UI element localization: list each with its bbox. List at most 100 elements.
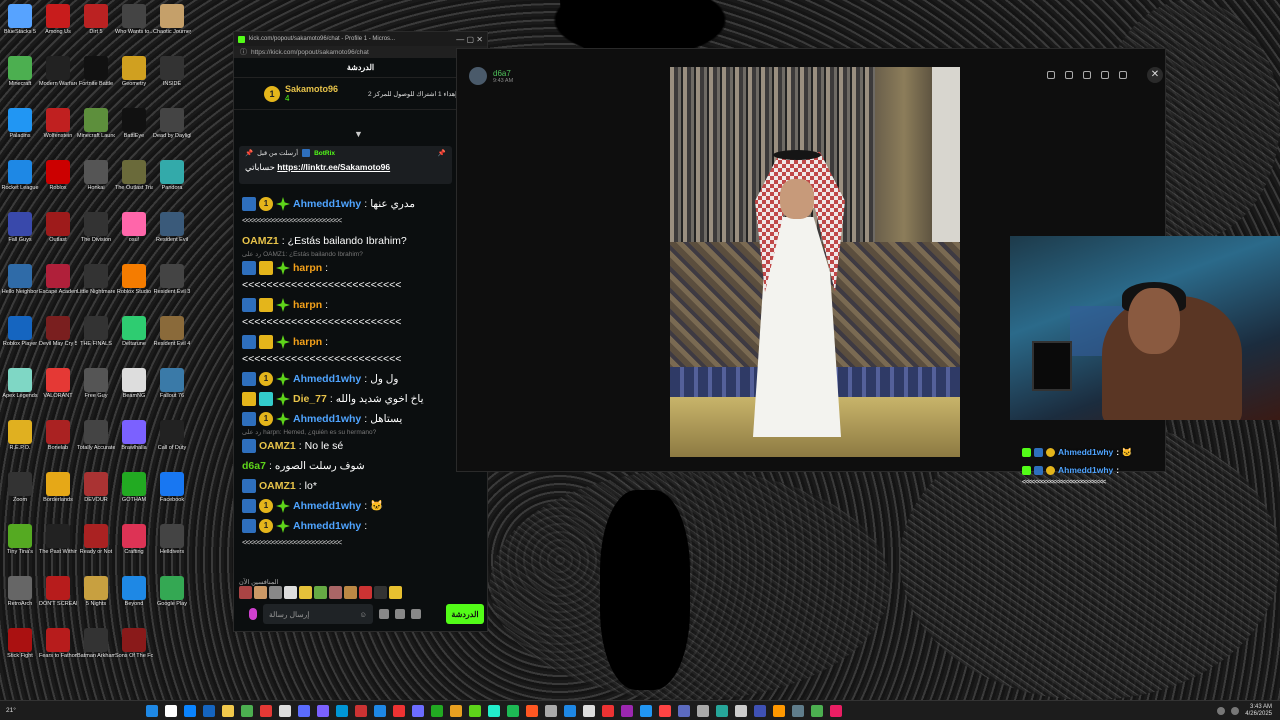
volume-icon[interactable] <box>1231 706 1240 715</box>
chat-window-titlebar[interactable]: kick.com/popout/sakamoto96/chat - Profil… <box>234 32 487 46</box>
mic-icon[interactable] <box>249 608 257 620</box>
close-icon[interactable]: ✕ <box>1147 67 1163 83</box>
send-button[interactable]: الدردشة <box>446 604 484 624</box>
desktop-icon[interactable]: Roblox <box>40 160 76 210</box>
emote-icon[interactable] <box>314 586 327 599</box>
emote-icon[interactable] <box>269 586 282 599</box>
desktop-icon[interactable]: Hello Neighbor <box>2 264 38 314</box>
desktop-icon[interactable]: Roblox Studio <box>116 264 152 314</box>
taskbar-app-icon[interactable] <box>317 704 329 717</box>
desktop-icon[interactable]: Facebook <box>154 472 190 522</box>
taskbar-app-icon[interactable] <box>184 704 196 717</box>
desktop-icon[interactable]: Minecraft <box>2 56 38 106</box>
desktop-icon[interactable]: Fallout 76 <box>154 368 190 418</box>
chat-username[interactable]: OAMZ1 <box>259 439 296 453</box>
desktop-icon[interactable]: Wolfenstein <box>40 108 76 158</box>
chat-message[interactable]: OAMZ1: ¿Estás bailando Ibrahim? <box>242 234 482 248</box>
chat-username[interactable]: harpn <box>293 298 322 312</box>
desktop-icon[interactable]: Roblox Player <box>2 316 38 366</box>
emote-icon[interactable] <box>284 586 297 599</box>
chat-message[interactable]: 1 Ahmedd1why: 🐱 <box>242 499 482 513</box>
chat-username[interactable]: Ahmedd1why <box>293 499 361 513</box>
desktop-icon[interactable]: Honkai <box>78 160 114 210</box>
chat-username[interactable]: harpn <box>293 335 322 349</box>
taskbar-app-icon[interactable] <box>469 704 481 717</box>
desktop-icon[interactable]: Devil May Cry 5 <box>39 316 77 366</box>
desktop-icon[interactable]: Ready or Not <box>78 524 114 574</box>
clock[interactable]: 3:43 AM 4/26/2025 <box>1245 704 1272 718</box>
taskbar-app-icon[interactable] <box>811 704 823 717</box>
desktop-icon[interactable]: Stick Fight <box>2 628 38 678</box>
taskbar-app-icon[interactable] <box>431 704 443 717</box>
taskbar-app-icon[interactable] <box>602 704 614 717</box>
emote-icon[interactable] <box>344 586 357 599</box>
shared-photo[interactable] <box>670 67 960 457</box>
chat-input[interactable]: إرسال رسالة ☺ <box>263 604 373 624</box>
taskbar-app-icon[interactable] <box>792 704 804 717</box>
chat-message[interactable]: 1 Ahmedd1why: <<<<<<<<<<<<<<<<<<<<<<<<<<< <box>242 519 482 550</box>
taskbar-app-icon[interactable] <box>621 704 633 717</box>
unpin-icon[interactable]: 📌 <box>438 149 446 157</box>
taskbar-app-icon[interactable] <box>640 704 652 717</box>
desktop-icon[interactable]: BeamNG <box>116 368 152 418</box>
emote-icon[interactable] <box>299 586 312 599</box>
desktop-icon[interactable]: Deltarune <box>116 316 152 366</box>
desktop-icon[interactable]: Minecraft Launcher <box>77 108 115 158</box>
forward-icon[interactable] <box>1065 71 1073 79</box>
desktop-icon[interactable]: Borderlands <box>40 472 76 522</box>
desktop-icon[interactable]: VALORANT <box>40 368 76 418</box>
desktop-icon[interactable]: DON'T SCREAM <box>39 576 77 626</box>
download-icon[interactable] <box>1083 71 1091 79</box>
taskbar-app-icon[interactable] <box>355 704 367 717</box>
desktop-icon[interactable]: 5 Nights <box>78 576 114 626</box>
collapse-icon[interactable]: ▼ <box>354 129 363 139</box>
taskbar-app-icon[interactable] <box>583 704 595 717</box>
emoji-icon[interactable]: ☺ <box>359 610 367 619</box>
desktop-icon[interactable]: Little Nightmares <box>77 264 115 314</box>
desktop-icon[interactable]: Batman Arkham <box>77 628 115 678</box>
taskbar-app-icon[interactable] <box>526 704 538 717</box>
chat-username[interactable]: Die_77 <box>293 392 327 406</box>
taskbar-app-icon[interactable] <box>659 704 671 717</box>
network-icon[interactable] <box>1217 706 1226 715</box>
emote-icon[interactable] <box>359 586 372 599</box>
desktop-icon[interactable]: Escape Academy <box>39 264 77 314</box>
taskbar-app-icon[interactable] <box>830 704 842 717</box>
emote-icon[interactable] <box>389 586 402 599</box>
emote-icon[interactable] <box>329 586 342 599</box>
desktop-icon[interactable]: The Past Within <box>39 524 77 574</box>
desktop-icon[interactable]: Beyond <box>116 576 152 626</box>
taskbar-app-icon[interactable] <box>241 704 253 717</box>
chat-message[interactable]: harpn: <<<<<<<<<<<<<<<<<<<<<<<<<< <box>242 298 482 329</box>
desktop-icon[interactable]: Fortnite Battle <box>78 56 114 106</box>
desktop-icon[interactable]: Among Us <box>40 4 76 54</box>
window-controls[interactable]: — ▢ ✕ <box>456 35 483 44</box>
desktop-icon[interactable]: Apex Legends <box>2 368 38 418</box>
desktop-icon[interactable]: BlueStacks 5 <box>2 4 38 54</box>
desktop-icon[interactable]: GOTHAM <box>116 472 152 522</box>
desktop-icon[interactable]: INSIDE <box>154 56 190 106</box>
taskbar-app-icon[interactable] <box>146 704 158 717</box>
infinity-icon[interactable] <box>379 609 389 619</box>
chat-message[interactable]: 1 Ahmedd1why: يستاهل <box>242 412 482 426</box>
emote-icon[interactable] <box>374 586 387 599</box>
taskbar-app-icon[interactable] <box>507 704 519 717</box>
desktop-icon[interactable]: Resident Evil 4 <box>154 316 190 366</box>
desktop-icon[interactable]: Dead by Daylight <box>153 108 191 158</box>
more-icon[interactable] <box>1119 71 1127 79</box>
desktop-icon[interactable]: The Division <box>78 212 114 262</box>
chat-username[interactable]: Ahmedd1why <box>293 519 361 533</box>
taskbar-app-icon[interactable] <box>260 704 272 717</box>
desktop-icon[interactable]: The Outlast Trials <box>115 160 153 210</box>
address-bar[interactable]: ⓘ https://kick.com/popout/sakamoto96/cha… <box>234 46 487 58</box>
desktop-icon[interactable]: Chaotic Journey <box>153 4 191 54</box>
store-icon[interactable] <box>395 609 405 619</box>
gift-leaderboard[interactable]: 1 Sakamoto96 4 إهداء 1 اشتراك للوصول للم… <box>234 78 487 110</box>
chat-username[interactable]: d6a7 <box>242 459 266 473</box>
desktop-icon[interactable]: Sons Of The Forest <box>115 628 153 678</box>
chat-username[interactable]: harpn <box>293 261 322 275</box>
taskbar-app-icon[interactable] <box>165 704 177 717</box>
desktop-icon[interactable]: Resident Evil <box>154 212 190 262</box>
taskbar-app-icon[interactable] <box>412 704 424 717</box>
taskbar-app-icon[interactable] <box>222 704 234 717</box>
